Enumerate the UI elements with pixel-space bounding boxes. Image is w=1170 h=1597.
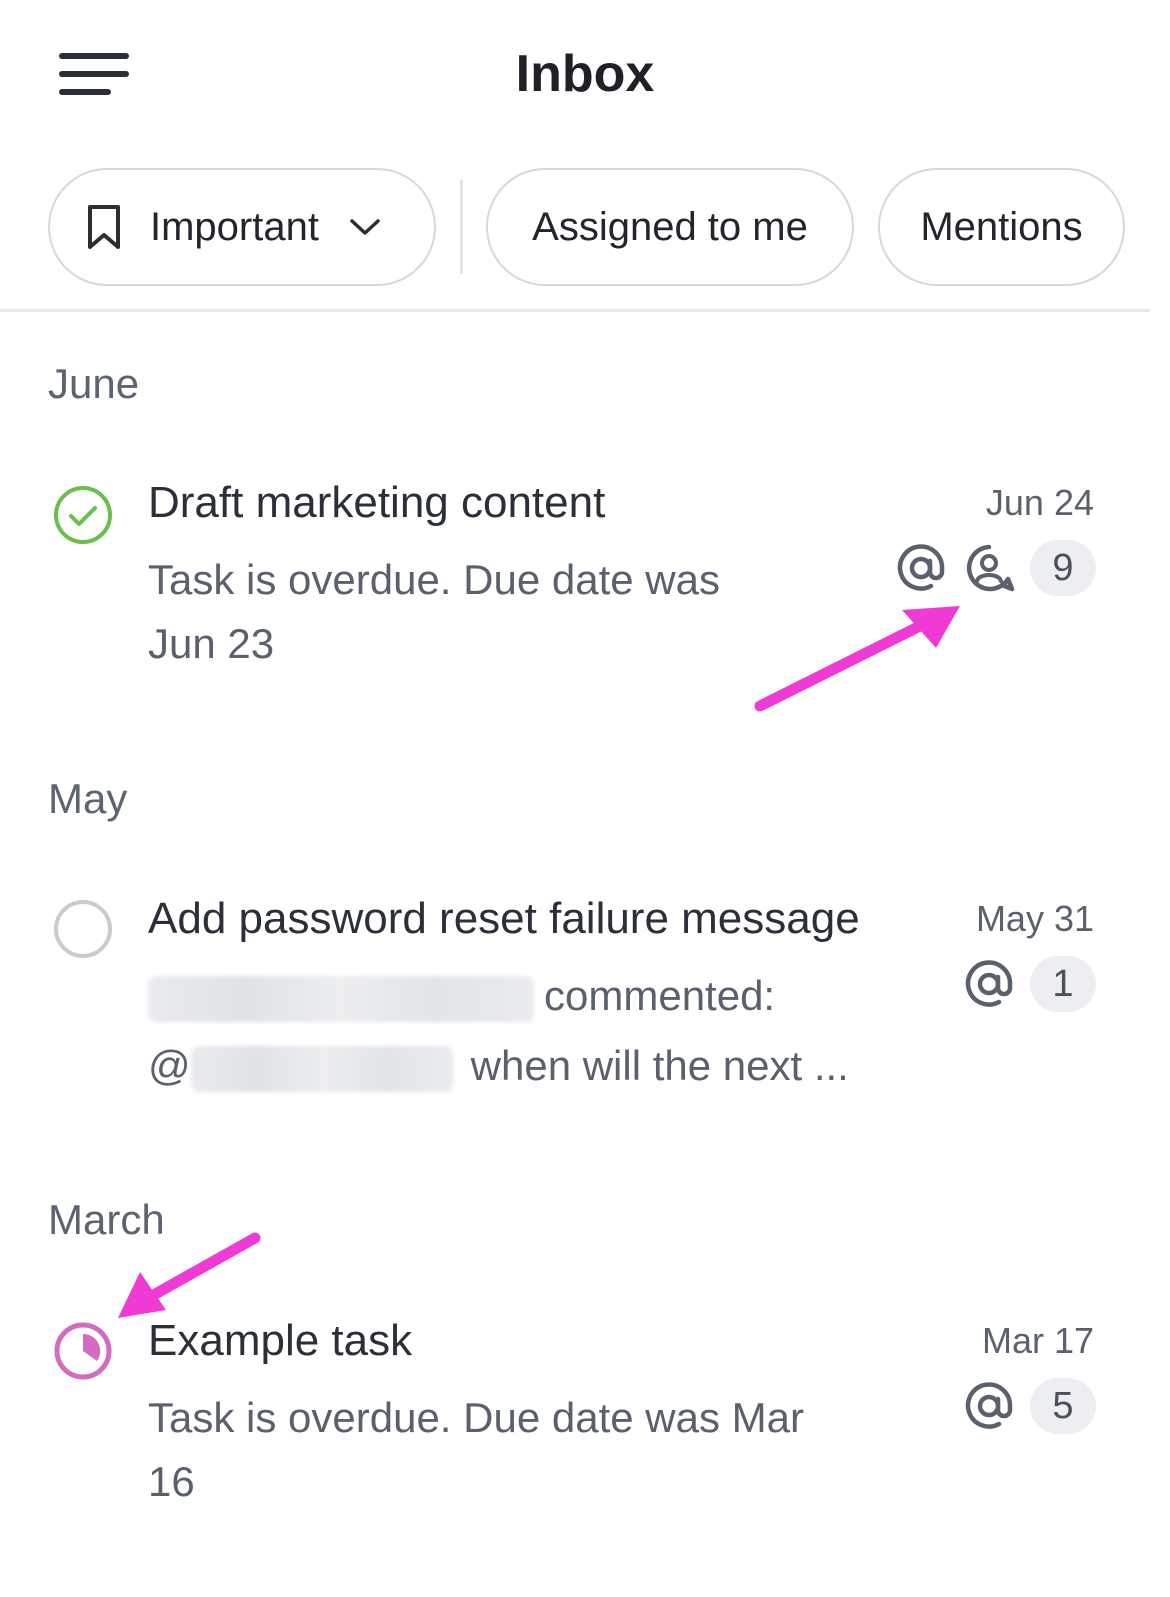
item-subtitle: Task is overdue. Due date was Jun 23 [148,548,720,676]
filter-assigned-label: Assigned to me [532,204,808,249]
filter-important-button[interactable]: Important [48,168,436,286]
item-meta: 5 [962,1378,1096,1434]
empty-circle-icon[interactable] [52,898,114,960]
item-subtitle-line: 16 [148,1458,195,1505]
notification-count-badge: 1 [1030,956,1096,1012]
inbox-item[interactable]: Add password reset failure message comme… [0,886,1150,1106]
inbox-item[interactable]: Draft marketing content Task is overdue.… [0,470,1150,690]
filter-mentions-label: Mentions [920,204,1083,249]
item-subtitle-line: commented: [148,964,849,1028]
item-title: Add password reset failure message [148,894,860,943]
redacted-name [190,1045,453,1092]
bookmark-icon [88,205,120,249]
item-subtitle-line: Task is overdue. Due date was Mar [148,1394,804,1441]
item-subtitle-text: when will the next ... [470,1042,849,1089]
app-header: Inbox [0,0,1170,150]
section-label-june: June [48,360,140,407]
item-date: Mar 17 [981,1320,1094,1361]
redacted-name [148,975,534,1022]
item-subtitle-prefix: @ [148,1042,191,1089]
section-label-may: May [48,775,128,822]
assignee-icon [966,544,1015,592]
annotation-arrow-status [118,1232,261,1318]
progress-circle-icon[interactable] [52,1320,114,1382]
item-meta: 9 [894,540,1096,596]
item-title: Draft marketing content [148,478,606,527]
section-label-march: March [48,1196,165,1243]
page-title: Inbox [515,45,655,103]
filter-bar: Important Assigned to me Mentions [0,168,1170,288]
filter-important-label: Important [150,204,319,249]
inbox-item[interactable]: Example task Task is overdue. Due date w… [0,1308,1150,1528]
at-mention-icon [965,960,1013,1007]
item-subtitle-line: Task is overdue. Due date was [148,556,720,603]
check-circle-icon[interactable] [52,484,114,546]
at-mention-icon [897,544,945,591]
item-meta: 1 [962,956,1096,1012]
at-mention-icon [965,1382,1013,1429]
filter-divider [460,180,463,274]
chevron-down-icon [350,219,380,235]
item-date: May 31 [975,898,1094,939]
item-title: Example task [148,1316,413,1365]
item-subtitle-text: commented: [544,972,776,1019]
filter-assigned-to-me-button[interactable]: Assigned to me [486,168,854,286]
notification-count-badge: 9 [1030,540,1096,596]
item-date: Jun 24 [985,482,1094,523]
item-subtitle: commented: @ when will the next ... [148,964,849,1098]
filter-divider-line [0,309,1150,312]
notification-count-badge: 5 [1030,1378,1096,1434]
item-subtitle-line: Jun 23 [148,620,275,667]
item-subtitle-line: @ when will the next ... [148,1034,849,1098]
filter-mentions-button[interactable]: Mentions [878,168,1125,286]
item-subtitle: Task is overdue. Due date was Mar 16 [148,1386,804,1514]
